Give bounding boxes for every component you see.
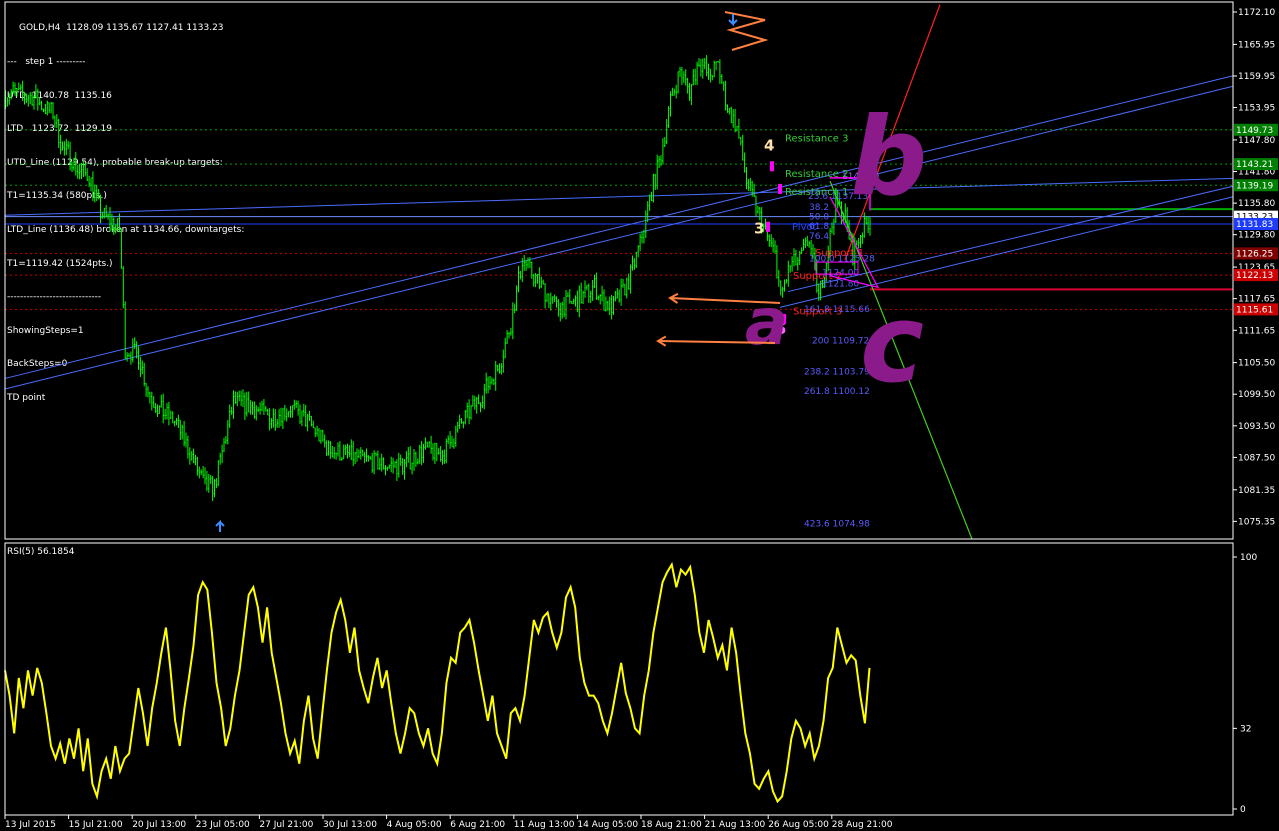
price-tick-label: 1105.50 [1238, 359, 1275, 369]
price-panel-frame [4, 1, 1234, 540]
price-tick-label: 1081.35 [1238, 486, 1275, 496]
price-tick-label: 1153.95 [1238, 104, 1275, 114]
price-tick-label: 1135.80 [1238, 199, 1275, 209]
td-marker [778, 183, 782, 194]
price-tick-label: 1087.50 [1238, 453, 1275, 463]
time-tick-label: 18 Aug 21:00 [641, 820, 702, 830]
price-tick-label: 1093.50 [1238, 422, 1275, 432]
rsi-tick-label: 32 [1240, 724, 1251, 734]
price-tick-label: 1159.95 [1238, 72, 1275, 82]
fib-level-label: 76.4 [809, 232, 829, 242]
hand-label-b: b [850, 95, 927, 220]
fib-level-label: 61.8 [809, 222, 829, 232]
time-tick-label: 13 Jul 2015 [5, 820, 56, 830]
orange-zigzag [724, 11, 769, 51]
price-tick-label: 1129.80 [1238, 231, 1275, 241]
time-tick-label: 11 Aug 13:00 [514, 820, 575, 830]
price-badge-label: 1131.83 [1236, 220, 1273, 230]
price-badge-label: 1122.13 [1236, 271, 1273, 281]
time-tick-label: 30 Jul 13:00 [323, 820, 377, 830]
time-tick-label: 23 Jul 05:00 [196, 820, 250, 830]
time-tick-label: 14 Aug 05:00 [577, 820, 638, 830]
price-badge-label: 1143.21 [1236, 160, 1273, 170]
rsi-tick-label: 100 [1240, 553, 1257, 563]
time-tick-label: 15 Jul 21:00 [69, 820, 123, 830]
price-badge-label: 1126.25 [1236, 249, 1273, 259]
time-tick-label: 27 Jul 21:00 [259, 820, 313, 830]
price-tick-label: 1172.10 [1238, 8, 1275, 18]
annotations: Resistance 3Resistance 2Resistance 1Supp… [215, 11, 927, 532]
price-badge-label: 1149.73 [1236, 126, 1273, 136]
td-marker [770, 161, 774, 172]
time-tick-label: 26 Aug 05:00 [768, 820, 829, 830]
price-tick-label: 1099.50 [1238, 390, 1275, 400]
channel-line [4, 85, 1234, 390]
td-marker [766, 221, 770, 232]
price-tick-label: 1111.65 [1238, 326, 1275, 336]
time-tick-label: 6 Aug 21:00 [450, 820, 505, 830]
time-tick-label: 21 Aug 13:00 [705, 820, 766, 830]
wave-label-4: 4 [764, 136, 774, 154]
gold-h4-chart[interactable]: RSI(5) 56.1854 1172.10 1165.95 1159.95 1153… [0, 0, 1279, 831]
price-badge-label: 1139.19 [1236, 181, 1273, 191]
price-panel [4, 4, 1234, 540]
fractal-down-arrow [728, 14, 738, 27]
price-tick-label: 1165.95 [1238, 40, 1275, 50]
time-tick-label: 4 Aug 05:00 [387, 820, 442, 830]
hand-label-a: a [745, 286, 788, 360]
fib-level-label: 423.6 1074.98 [804, 519, 870, 529]
rsi-panel: RSI(5) 56.1854 [4, 547, 871, 804]
fractal-up-arrow [215, 519, 225, 532]
rsi-line [4, 561, 871, 804]
price-badge-label: 1115.61 [1236, 305, 1273, 315]
price-tick-label: 1075.35 [1238, 517, 1275, 527]
time-tick-label: 28 Aug 21:00 [832, 820, 893, 830]
rsi-tick-label: 0 [1240, 805, 1246, 815]
price-tick-label: 1147.80 [1238, 136, 1275, 146]
axes: 1172.101165.951159.951153.951147.801141.… [4, 1, 1278, 830]
time-tick-label: 20 Jul 13:00 [132, 820, 186, 830]
channel-line [4, 75, 1234, 379]
wave-label-3: 3 [754, 220, 764, 238]
price-tick-label: 1117.65 [1238, 295, 1275, 305]
rsi-title: RSI(5) 56.1854 [7, 547, 75, 557]
hand-label-c: c [860, 282, 924, 407]
resistance-label: Resistance 3 [785, 134, 848, 145]
